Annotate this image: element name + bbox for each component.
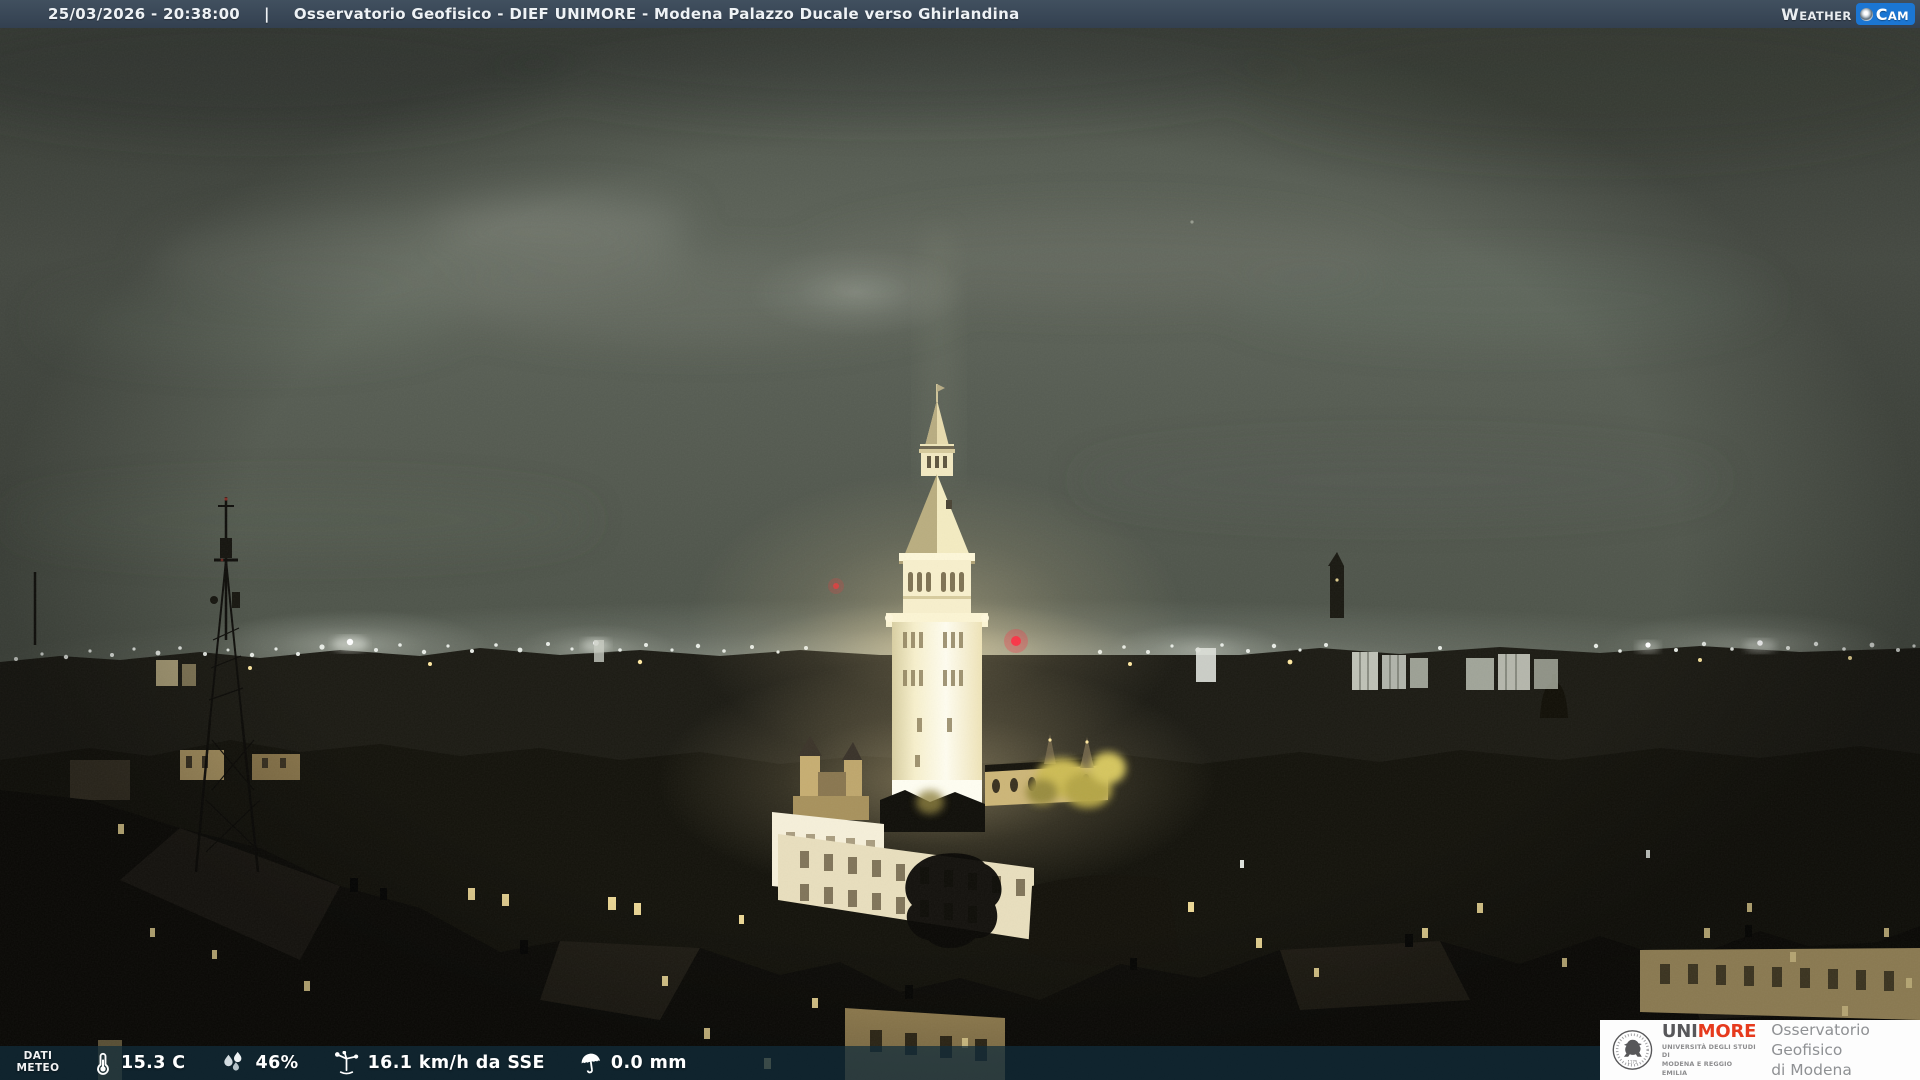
unimore-wordmark-block: UNIMORE UNIVERSITÀ DEGLI STUDI DI MODENA… xyxy=(1661,1020,1757,1078)
humidity-icon xyxy=(223,1051,241,1071)
rain-reading: 0.0 mm xyxy=(579,1051,687,1075)
city-night-scene xyxy=(0,0,1920,1080)
webcam-frame: 25/03/2026 - 20:38:00 | Osservatorio Geo… xyxy=(0,0,1920,1080)
seal-year: 1175 xyxy=(1627,1060,1637,1065)
camera-lens-icon xyxy=(1859,7,1873,21)
unimore-seal-icon: 1175 xyxy=(1612,1030,1653,1070)
thermometer-icon xyxy=(97,1052,109,1075)
unimore-wordmark: UNIMORE xyxy=(1661,1020,1757,1042)
wind-icon xyxy=(334,1051,358,1075)
camera-title: Osservatorio Geofisico - DIEF UNIMORE - … xyxy=(293,5,1020,23)
temperature-reading: 15.3 C xyxy=(93,1051,186,1075)
humidity-reading: 46% xyxy=(220,1051,299,1075)
weather-cam-logo: Weather Cam xyxy=(1781,3,1915,25)
wind-reading: 16.1 km/h da SSE xyxy=(333,1051,545,1075)
film-grain xyxy=(0,0,1920,1080)
dati-meteo-badge: DATI METEO xyxy=(16,1050,60,1074)
timestamp: 25/03/2026 - 20:38:00 xyxy=(48,5,241,23)
unimore-logo-panel: 1175 UNIMORE UNIVERSITÀ DEGLI STUDI DI M… xyxy=(1600,1020,1920,1080)
rain-icon xyxy=(581,1053,601,1074)
brand-cam-box: Cam xyxy=(1855,3,1915,25)
weather-readings: 15.3 C 46% 16.1 km/h da SSE 0.0 mm xyxy=(93,1051,687,1075)
separator: | xyxy=(264,5,270,23)
headline: 25/03/2026 - 20:38:00 | Osservatorio Geo… xyxy=(0,5,1020,23)
brand-weather-label: Weather xyxy=(1781,4,1852,24)
observatory-name: Osservatorio Geofisico di Modena xyxy=(1771,1020,1870,1080)
university-name: UNIVERSITÀ DEGLI STUDI DI MODENA E REGGI… xyxy=(1661,1042,1756,1077)
top-info-bar: 25/03/2026 - 20:38:00 | Osservatorio Geo… xyxy=(0,0,1920,28)
brand-cam-label: Cam xyxy=(1875,4,1909,24)
